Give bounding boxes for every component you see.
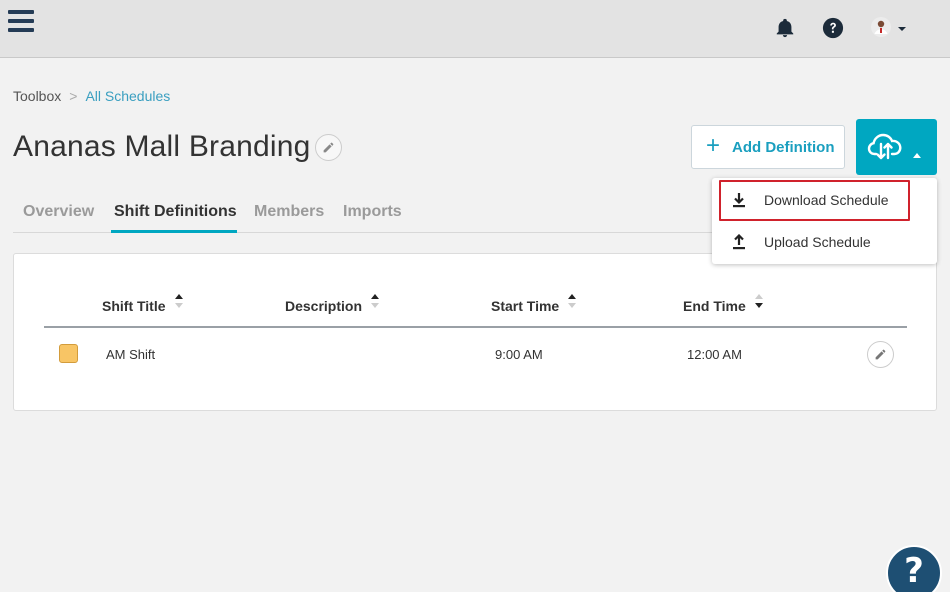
help-fab-label: ? xyxy=(904,551,924,591)
breadcrumb-separator: > xyxy=(69,88,78,104)
tab-overview[interactable]: Overview xyxy=(23,203,94,221)
edit-title-button[interactable] xyxy=(315,134,342,161)
import-export-menu-button[interactable] xyxy=(856,119,937,175)
column-header-end-time[interactable]: End Time xyxy=(683,294,764,314)
download-icon xyxy=(733,193,745,208)
column-header-description[interactable]: Description xyxy=(285,294,380,314)
pencil-icon xyxy=(875,349,886,360)
cloud-upload-download-icon xyxy=(867,133,902,160)
download-schedule-menu-item[interactable]: Download Schedule xyxy=(712,178,937,222)
column-header-label: Shift Title xyxy=(102,298,166,314)
breadcrumb: Toolbox > All Schedules xyxy=(13,88,170,104)
column-header-label: Description xyxy=(285,298,363,314)
column-header-start-time[interactable]: Start Time xyxy=(491,294,577,314)
sort-icon xyxy=(174,294,184,310)
download-schedule-label: Download Schedule xyxy=(764,192,889,208)
pencil-icon xyxy=(323,142,334,153)
tab-shift-definitions[interactable]: Shift Definitions xyxy=(114,203,237,221)
user-menu[interactable] xyxy=(870,16,910,40)
plus-icon: + xyxy=(706,132,721,159)
tab-members[interactable]: Members xyxy=(254,203,324,221)
top-navigation-bar xyxy=(0,0,950,58)
help-chat-button[interactable]: ? xyxy=(886,545,942,592)
shift-definitions-card: Shift Title Description Start Time End T… xyxy=(13,253,937,411)
page-title: Ananas Mall Branding xyxy=(13,130,311,163)
upload-icon xyxy=(733,234,745,250)
upload-schedule-label: Upload Schedule xyxy=(764,234,871,250)
caret-up-icon xyxy=(913,153,921,158)
hamburger-icon[interactable] xyxy=(8,10,34,32)
active-tab-indicator xyxy=(111,230,237,233)
sort-icon xyxy=(371,294,380,310)
column-header-label: End Time xyxy=(683,298,746,314)
column-header-shift-title[interactable]: Shift Title xyxy=(102,294,184,314)
cell-start-time: 9:00 AM xyxy=(495,347,543,362)
tab-imports[interactable]: Imports xyxy=(343,203,402,221)
avatar-icon xyxy=(871,17,891,37)
breadcrumb-all-schedules[interactable]: All Schedules xyxy=(85,88,170,104)
sort-icon xyxy=(568,294,577,310)
add-definition-label: Add Definition xyxy=(732,138,835,156)
cell-end-time: 12:00 AM xyxy=(687,347,742,362)
bell-icon[interactable] xyxy=(774,17,796,39)
chevron-down-icon xyxy=(898,27,906,31)
upload-schedule-menu-item[interactable]: Upload Schedule xyxy=(712,220,937,264)
question-circle-icon[interactable] xyxy=(822,17,844,39)
add-definition-button[interactable]: + Add Definition xyxy=(691,125,845,169)
table-header-divider xyxy=(44,326,907,328)
breadcrumb-toolbox[interactable]: Toolbox xyxy=(13,88,61,104)
sort-icon xyxy=(754,294,764,310)
import-export-dropdown: Download Schedule Upload Schedule xyxy=(712,178,937,264)
shift-color-swatch xyxy=(59,344,78,363)
edit-shift-button[interactable] xyxy=(867,341,894,368)
column-header-label: Start Time xyxy=(491,298,560,314)
cell-shift-title: AM Shift xyxy=(106,347,156,362)
